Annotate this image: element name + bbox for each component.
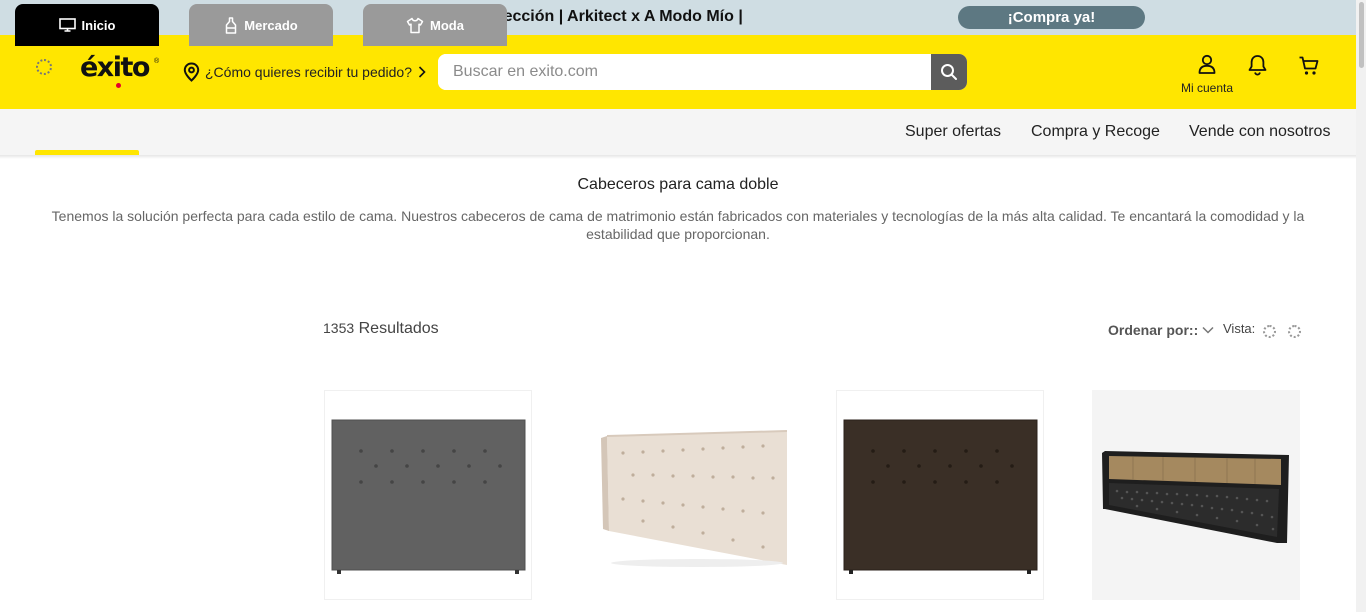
product-card[interactable] <box>580 390 788 600</box>
list-view-loading-icon[interactable] <box>1288 325 1301 338</box>
exito-logo[interactable]: éxito <box>80 52 150 83</box>
tab-mercado[interactable]: Mercado <box>189 4 333 46</box>
beige-tufted-headboard-image <box>601 430 787 567</box>
tab-mercado-label: Mercado <box>244 17 298 33</box>
brown-tufted-headboard-image <box>843 419 1038 574</box>
vende-con-nosotros-link[interactable]: Vende con nosotros <box>1189 123 1330 141</box>
cart-button[interactable] <box>1298 55 1320 82</box>
super-ofertas-link[interactable]: Super ofertas <box>905 123 1001 141</box>
product-card[interactable] <box>836 390 1044 600</box>
results-count: 1353 Resultados <box>323 320 439 338</box>
category-title: Cabeceros para cama doble <box>577 176 779 193</box>
logo-dot <box>116 83 121 88</box>
search-button[interactable] <box>931 54 967 90</box>
tab-inicio-label: Inicio <box>81 17 116 33</box>
spinner-icon <box>36 59 52 75</box>
cart-icon <box>1299 56 1319 75</box>
results-number: 1353 <box>323 320 355 336</box>
bell-icon <box>1248 55 1267 76</box>
page: Nueva colección | Arkitect x A Modo Mío … <box>0 0 1366 612</box>
wood-metal-headboard-image <box>1102 451 1289 543</box>
tab-moda-label: Moda <box>430 17 464 33</box>
scrollbar-track[interactable] <box>1356 0 1366 612</box>
nav-shadow <box>0 155 1356 159</box>
view-label: Vista: <box>1223 321 1256 336</box>
delivery-location-selector[interactable]: ¿Cómo quieres recibir tu pedido? <box>183 62 431 82</box>
gray-tufted-headboard-image <box>331 419 526 574</box>
chevron-down-icon <box>1202 326 1214 334</box>
tab-moda[interactable]: Moda <box>363 4 507 46</box>
results-label: Resultados <box>358 320 439 337</box>
delivery-location-label: ¿Cómo quieres recibir tu pedido? <box>205 64 412 80</box>
tab-inicio[interactable]: Inicio <box>15 4 159 46</box>
grid-view-loading-icon[interactable] <box>1263 325 1276 338</box>
scrollbar-thumb[interactable] <box>1359 2 1364 68</box>
bottle-icon <box>226 16 237 34</box>
chevron-right-icon <box>418 66 426 78</box>
product-card[interactable] <box>324 390 532 600</box>
logo-registered-mark: ® <box>154 58 160 65</box>
product-card[interactable] <box>1092 390 1300 600</box>
search-input[interactable] <box>438 54 931 90</box>
compra-y-recoge-link[interactable]: Compra y Recoge <box>1031 123 1160 141</box>
user-icon <box>1198 54 1216 74</box>
monitor-icon <box>58 18 76 32</box>
category-description: Tenemos la solución perfecta para cada e… <box>51 208 1305 242</box>
my-account-button[interactable]: Mi cuenta <box>1178 54 1236 95</box>
shirt-icon <box>406 17 424 33</box>
shop-now-button[interactable]: ¡Compra ya! <box>958 6 1145 29</box>
my-account-label: Mi cuenta <box>1180 81 1234 95</box>
sort-label: Ordenar por:: <box>1108 322 1199 338</box>
location-pin-icon <box>183 62 200 82</box>
notifications-button[interactable] <box>1247 54 1268 81</box>
search-bar <box>438 54 967 90</box>
search-icon <box>941 64 957 80</box>
sort-dropdown[interactable]: Ordenar por:: <box>1108 322 1214 338</box>
